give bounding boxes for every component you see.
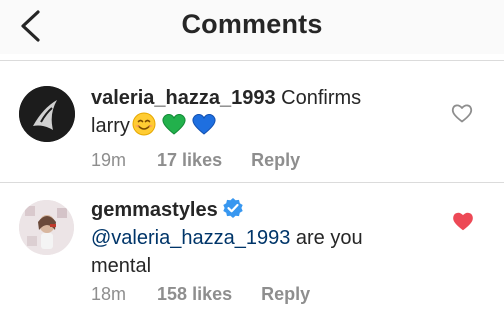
- comment-body: Confirms: [281, 87, 362, 109]
- reply-button[interactable]: Reply: [251, 150, 300, 170]
- comment-body: are you: [290, 227, 363, 249]
- avatar-image: [19, 200, 74, 255]
- comment-username[interactable]: valeria_hazza_1993: [91, 87, 276, 109]
- page-title: Comments: [181, 9, 323, 39]
- avatar-image: [19, 86, 75, 142]
- header-divider: [0, 60, 504, 61]
- verified-badge-icon: [223, 198, 243, 218]
- like-heart-icon[interactable]: [451, 103, 473, 123]
- comment-meta: 18m 158 likes Reply: [91, 284, 310, 305]
- comment-username[interactable]: gemmastyles: [91, 199, 218, 221]
- liked-heart-icon[interactable]: [452, 211, 474, 231]
- comment-meta: 19m 17 likes Reply: [91, 150, 300, 171]
- mention-link[interactable]: @valeria_hazza_1993: [91, 227, 290, 249]
- comments-header: Comments: [0, 0, 504, 54]
- comment-body-line2: mental: [91, 255, 152, 277]
- comment-divider: [0, 182, 504, 183]
- comment-text: gemmastyles @valeria_hazza_1993 are you …: [91, 196, 411, 280]
- reply-button[interactable]: Reply: [261, 284, 310, 304]
- avatar[interactable]: [19, 200, 74, 255]
- comment-time: 19m: [91, 150, 127, 170]
- comment-likes[interactable]: 158 likes: [157, 284, 232, 304]
- blue-heart-emoji-icon: [192, 114, 216, 135]
- comment-likes[interactable]: 17 likes: [157, 150, 222, 170]
- comment-time: 18m: [91, 284, 127, 304]
- green-heart-emoji-icon: [162, 114, 186, 135]
- comment-text: valeria_hazza_1993 Confirms larry: [91, 84, 421, 140]
- avatar[interactable]: [19, 86, 75, 142]
- smiling-face-emoji-icon: [132, 112, 156, 136]
- comment-body-line2: larry: [91, 115, 130, 137]
